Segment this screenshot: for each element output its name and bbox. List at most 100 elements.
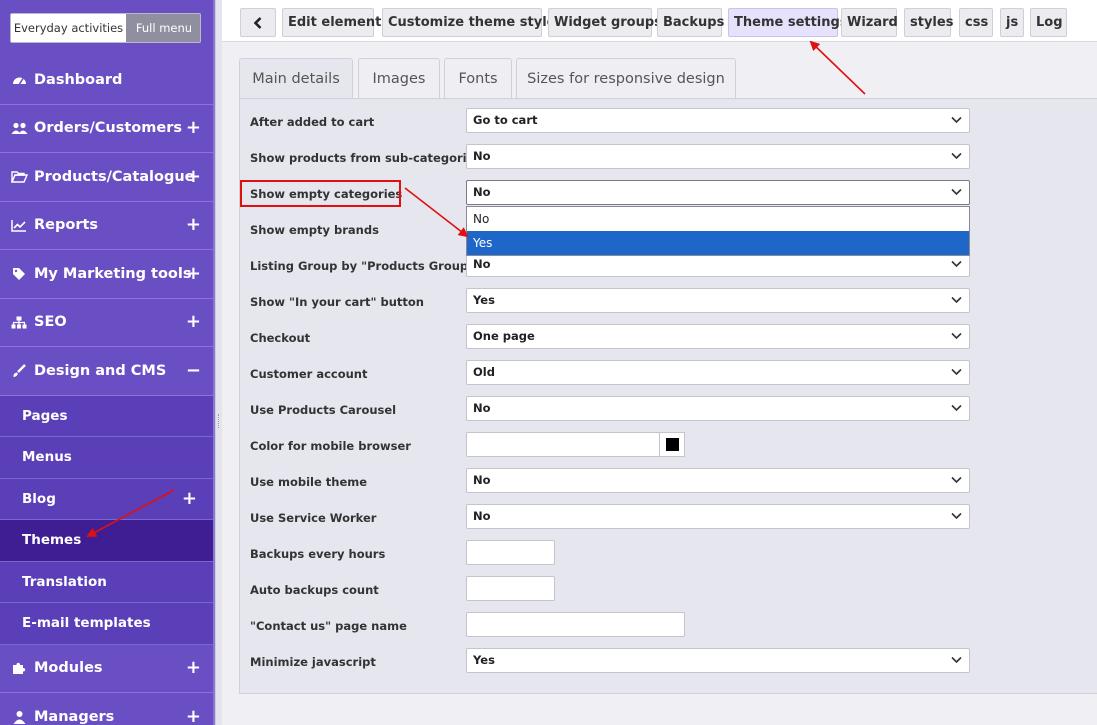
select-value: No (473, 509, 491, 523)
auto-backups-count-input[interactable] (466, 576, 555, 601)
theme-settings-main: Main details Images Fonts Sizes for resp… (239, 58, 1097, 694)
sidebar-item-dashboard[interactable]: Dashboard (0, 56, 213, 105)
show-empty-brands-label: Show empty brands (250, 223, 379, 237)
sidebar-subitem-label: Themes (22, 532, 82, 549)
select-value: Go to cart (473, 113, 538, 127)
after-added-to-cart-select[interactable]: Go to cart (466, 108, 970, 133)
chevron-down-icon (951, 512, 962, 520)
sidebar-subitem-label: Blog (22, 490, 56, 507)
use-mobile-theme-label: Use mobile theme (250, 475, 368, 489)
users-icon (10, 122, 28, 135)
show-empty-categories-dropdown: No Yes (466, 206, 970, 256)
folder-open-icon (10, 170, 28, 183)
show-empty-categories-select[interactable]: No (466, 180, 970, 205)
expand-icon[interactable]: + (186, 119, 201, 137)
sidebar-item-label: Orders/Customers (34, 120, 182, 137)
show-products-from-sub-categories-select[interactable]: No (466, 144, 970, 169)
brush-icon (10, 363, 28, 378)
sidebar-item-reports[interactable]: Reports + (0, 202, 213, 250)
sidebar-subitem-label: Translation (22, 573, 107, 590)
sidebar-subitem-label: Menus (22, 449, 72, 466)
full-menu-button[interactable]: Full menu (126, 14, 200, 42)
sidebar-subitem-label: E-mail templates (22, 615, 151, 632)
backups-every-hours-label: Backups every hours (250, 547, 386, 561)
puzzle-icon (10, 661, 28, 675)
dropdown-option-yes[interactable]: Yes (467, 231, 969, 255)
tab-main-details[interactable]: Main details (239, 58, 353, 100)
sidebar-item-managers[interactable]: Managers + (0, 693, 213, 725)
sidebar-resize-handle[interactable] (215, 0, 222, 725)
sidebar-item-modules[interactable]: Modules + (0, 645, 213, 693)
show-in-your-cart-button-select[interactable]: Yes (466, 288, 970, 313)
contact-us-page-name-label: "Contact us" page name (250, 619, 407, 633)
minimize-javascript-select[interactable]: Yes (466, 648, 970, 673)
sidebar-item-orders-customers[interactable]: Orders/Customers + (0, 105, 213, 153)
theme-settings-button[interactable]: Theme settings (728, 8, 848, 37)
contact-us-page-name-input[interactable] (466, 612, 685, 637)
sidebar-subitem-blog[interactable]: Blog + (0, 478, 213, 520)
checkout-select[interactable]: One page (466, 324, 970, 349)
sidebar-subitem-label: Pages (22, 407, 68, 424)
edit-elements-button[interactable]: Edit elements (282, 8, 389, 37)
sidebar-item-label: Managers (34, 708, 115, 725)
color-picker-button[interactable] (659, 432, 685, 457)
checkout-label: Checkout (250, 331, 311, 345)
sidebar-item-label: My Marketing tools (34, 265, 192, 282)
sidebar-item-seo[interactable]: SEO + (0, 299, 213, 347)
use-service-worker-select[interactable]: No (466, 504, 970, 529)
minimize-javascript-label: Minimize javascript (250, 655, 376, 669)
wizard-button[interactable]: Wizard (841, 8, 898, 37)
use-products-carousel-select[interactable]: No (466, 396, 970, 421)
styles-button[interactable]: styles (904, 8, 953, 37)
expand-icon[interactable]: + (186, 264, 201, 283)
use-mobile-theme-select[interactable]: No (466, 468, 970, 493)
expand-icon[interactable]: + (186, 216, 201, 234)
after-added-to-cart-label: After added to cart (250, 115, 375, 129)
back-button[interactable] (240, 8, 276, 37)
tab-fonts[interactable]: Fonts (444, 58, 512, 99)
sidebar-subitem-email-templates[interactable]: E-mail templates (0, 603, 213, 645)
chevron-down-icon (951, 404, 962, 412)
expand-icon[interactable]: + (182, 489, 197, 508)
select-value: Old (473, 365, 495, 379)
user-icon (10, 710, 28, 724)
select-value: No (473, 149, 491, 163)
backups-button[interactable]: Backups (657, 8, 724, 37)
sidebar-item-my-marketing-tools[interactable]: My Marketing tools + (0, 250, 213, 299)
backups-every-hours-input[interactable] (466, 540, 555, 565)
chevron-down-icon (951, 332, 962, 340)
everyday-activities-button[interactable]: Everyday activities (11, 14, 126, 42)
sidebar-subitem-themes[interactable]: Themes (0, 520, 213, 562)
show-products-from-sub-categories-label: Show products from sub-categories (250, 151, 482, 165)
customer-account-select[interactable]: Old (466, 360, 970, 385)
chevron-down-icon (951, 476, 962, 484)
expand-icon[interactable]: + (186, 707, 201, 725)
color-for-mobile-browser-input[interactable] (466, 432, 660, 457)
dashboard-icon (10, 73, 28, 86)
sidebar-item-design-and-cms[interactable]: Design and CMS − (0, 347, 213, 396)
dropdown-option-no[interactable]: No (467, 207, 969, 231)
color-for-mobile-browser-label: Color for mobile browser (250, 439, 411, 453)
widget-groups-button[interactable]: Widget groups (548, 8, 662, 37)
listing-group-by-products-groups-label: Listing Group by "Products Groups" (250, 259, 481, 273)
sidebar-subitem-translation[interactable]: Translation (0, 561, 213, 603)
customize-theme-styles-button[interactable]: Customize theme styles (382, 8, 563, 37)
sidebar-item-products-catalogue[interactable]: Products/Catalogue + (0, 153, 213, 202)
color-swatch-icon (665, 438, 679, 451)
expand-icon[interactable]: + (186, 167, 201, 186)
sidebar-item-label: Dashboard (34, 71, 123, 88)
tab-sizes-for-responsive-design[interactable]: Sizes for responsive design (516, 58, 736, 99)
log-button[interactable]: Log (1030, 8, 1067, 37)
select-value: No (473, 473, 491, 487)
select-value: Yes (473, 653, 495, 667)
expand-icon[interactable]: + (186, 659, 201, 677)
collapse-icon[interactable]: − (186, 361, 201, 380)
sidebar-subitem-menus[interactable]: Menus (0, 437, 213, 479)
select-value: No (473, 257, 491, 271)
toolbar: Edit elements Customize theme styles Wid… (222, 0, 1097, 42)
sidebar-subitem-pages[interactable]: Pages (0, 395, 213, 437)
expand-icon[interactable]: + (186, 313, 201, 331)
js-button[interactable]: js (1000, 8, 1024, 37)
tab-images[interactable]: Images (358, 58, 440, 99)
css-button[interactable]: css (959, 8, 993, 37)
